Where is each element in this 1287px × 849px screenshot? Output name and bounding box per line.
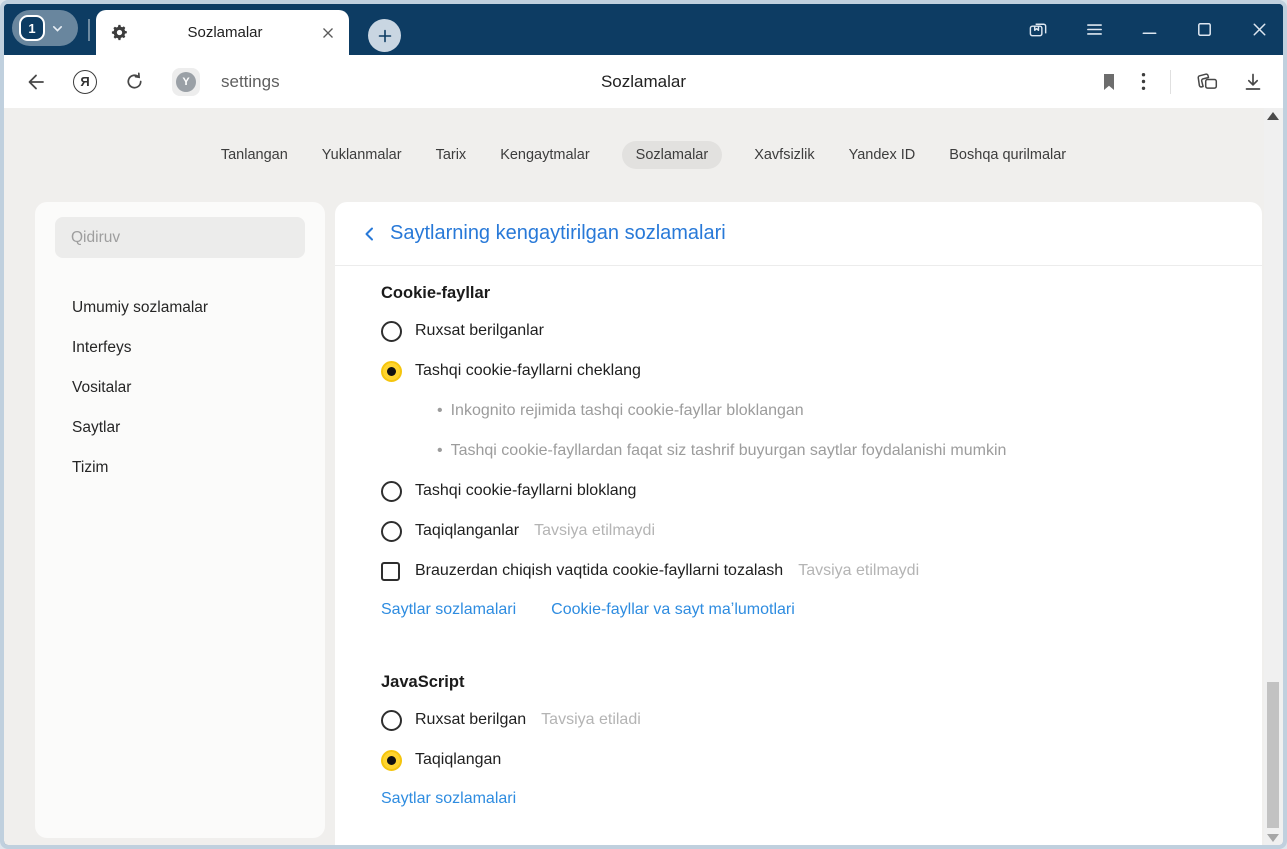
sidebar-item-saytlar[interactable]: Saytlar	[35, 408, 325, 448]
browser-tab-sozlamalar[interactable]: Sozlamalar	[96, 10, 349, 55]
tab-count: 1	[28, 21, 35, 36]
address-input[interactable]: settings	[221, 72, 280, 92]
settings-sidebar: Umumiy sozlamalarInterfeysVositalarSaytl…	[35, 202, 325, 838]
section-links: Saytlar sozlamalari	[381, 790, 1222, 808]
address-toolbar: Я Y settings Sozlamalar	[4, 55, 1283, 108]
option-label: Tashqi cookie-fayllarni cheklang	[415, 362, 641, 380]
option-label: Brauzerdan chiqish vaqtida cookie-faylla…	[415, 562, 783, 580]
back-chevron-icon[interactable]	[361, 225, 379, 243]
chevron-down-icon	[51, 22, 64, 35]
nav-tab-sozlamalar[interactable]: Sozlamalar	[622, 141, 723, 169]
option-label: Tashqi cookie-fayllarni bloklang	[415, 482, 636, 500]
sidebar-item-umumiy-sozlamalar[interactable]: Umumiy sozlamalar	[35, 288, 325, 328]
option-hint: Tavsiya etilmaydi	[798, 562, 919, 580]
nav-tab-kengaytmalar[interactable]: Kengaytmalar	[498, 141, 591, 169]
yandex-letter: Я	[80, 74, 89, 89]
close-icon[interactable]	[1250, 20, 1269, 39]
collections-icon[interactable]	[1195, 71, 1219, 93]
option-hint: Tavsiya etilmaydi	[534, 522, 655, 540]
title-bar: 1 Sozlamalar	[4, 4, 1283, 55]
sidebar-item-interfeys[interactable]: Interfeys	[35, 328, 325, 368]
settings-nav: Tanlangan Yuklanmalar Tarix Kengaytmalar Soz…	[4, 108, 1283, 169]
page-scrollbar[interactable]	[1264, 108, 1283, 845]
tab-counter-button[interactable]: 1	[12, 10, 78, 46]
sidebar-list: Umumiy sozlamalarInterfeysVositalarSaytl…	[35, 288, 325, 488]
scrollbar-down-arrow-icon[interactable]	[1267, 834, 1279, 842]
titlebar-separator	[88, 19, 90, 41]
settings-favicon-icon: Y	[176, 72, 196, 92]
scrollbar-up-arrow-icon[interactable]	[1267, 112, 1279, 120]
nav-tab-yandex-id[interactable]: Yandex ID	[847, 141, 918, 169]
radio-icon[interactable]	[381, 361, 402, 382]
link-cookie-fayllar-va-sayt-ma-lumotlari[interactable]: Cookie-fayllar va sayt maʼlumotlari	[551, 601, 795, 619]
section-title: Cookie-fayllar	[381, 284, 1222, 303]
bookmark-icon[interactable]	[1101, 73, 1117, 91]
radio-icon[interactable]	[381, 750, 402, 771]
radio-option-taqiqlangan[interactable]: Taqiqlangan	[381, 740, 1222, 780]
radio-option-ruxsat-berilganlar[interactable]: Ruxsat berilganlar	[381, 311, 1222, 351]
radio-option-tashqi-cookie-fayllarni-cheklang[interactable]: Tashqi cookie-fayllarni cheklang	[381, 351, 1222, 391]
yandex-logo-icon[interactable]: Я	[73, 70, 97, 94]
menu-icon[interactable]	[1085, 20, 1104, 39]
section-cookie-fayllar: Cookie-fayllar Ruxsat berilganlar Tashqi c…	[381, 284, 1222, 619]
new-tab-button[interactable]	[368, 19, 401, 52]
minimize-icon[interactable]	[1140, 20, 1159, 39]
page-favicon: Y	[172, 68, 200, 96]
section-title: JavaScript	[381, 673, 1222, 692]
nav-tab-xavfsizlik[interactable]: Xavfsizlik	[752, 141, 816, 169]
settings-sections: Cookie-fayllar Ruxsat berilganlar Tashqi c…	[335, 266, 1262, 808]
side-panels-icon[interactable]	[1028, 19, 1049, 40]
checkbox-option-brauzerdan-chiqish-vaqtida-cookie-fayllarni-tozalash[interactable]: Brauzerdan chiqish vaqtida cookie-faylla…	[381, 551, 1222, 591]
nav-tab-tanlangan[interactable]: Tanlangan	[219, 141, 290, 169]
radio-icon[interactable]	[381, 481, 402, 502]
radio-icon[interactable]	[381, 521, 402, 542]
settings-main-card: Saytlarning kengaytirilgan sozlamalari C…	[335, 202, 1262, 845]
nav-tab-tarix[interactable]: Tarix	[434, 141, 469, 169]
section-javascript: JavaScript Ruxsat berilgan Tavsiya etiladi…	[381, 673, 1222, 808]
settings-page: Tanlangan Yuklanmalar Tarix Kengaytmalar Soz…	[4, 108, 1283, 845]
back-icon[interactable]	[24, 71, 46, 93]
radio-icon[interactable]	[381, 321, 402, 342]
sidebar-item-vositalar[interactable]: Vositalar	[35, 368, 325, 408]
browser-window: 1 Sozlamalar	[0, 0, 1287, 849]
sidebar-item-tizim[interactable]: Tizim	[35, 448, 325, 488]
option-hint: Tavsiya etiladi	[541, 711, 641, 729]
window-controls	[1028, 4, 1269, 55]
option-note: Inkognito rejimida tashqi cookie-fayllar…	[381, 391, 1222, 431]
nav-tab-boshqa-qurilmalar[interactable]: Boshqa qurilmalar	[947, 141, 1068, 169]
checkbox-icon[interactable]	[381, 562, 400, 581]
refresh-icon[interactable]	[124, 71, 145, 92]
radio-option-ruxsat-berilgan[interactable]: Ruxsat berilgan Tavsiya etiladi	[381, 700, 1222, 740]
section-links: Saytlar sozlamalari Cookie-fayllar va say…	[381, 601, 1222, 619]
back-to-sites-header[interactable]: Saytlarning kengaytirilgan sozlamalari	[335, 202, 1262, 266]
option-label: Ruxsat berilgan	[415, 711, 526, 729]
tab-count-badge: 1	[19, 15, 45, 41]
radio-icon[interactable]	[381, 710, 402, 731]
search-input[interactable]	[55, 217, 305, 258]
option-label: Taqiqlangan	[415, 751, 501, 769]
option-label: Taqiqlanganlar	[415, 522, 519, 540]
radio-option-tashqi-cookie-fayllarni-bloklang[interactable]: Tashqi cookie-fayllarni bloklang	[381, 471, 1222, 511]
scrollbar-thumb[interactable]	[1267, 682, 1279, 828]
link-saytlar-sozlamalari[interactable]: Saytlar sozlamalari	[381, 601, 516, 619]
favicon-letter: Y	[182, 76, 189, 88]
toolbar-separator	[1170, 70, 1171, 94]
gear-icon	[110, 23, 129, 42]
radio-option-taqiqlanganlar[interactable]: Taqiqlanganlar Tavsiya etilmaydi	[381, 511, 1222, 551]
tab-title: Sozlamalar	[129, 24, 321, 41]
nav-tab-yuklanmalar[interactable]: Yuklanmalar	[320, 141, 404, 169]
option-note: Tashqi cookie-fayllardan faqat siz tashr…	[381, 431, 1222, 471]
download-icon[interactable]	[1243, 72, 1263, 92]
section-page-title: Saytlarning kengaytirilgan sozlamalari	[390, 222, 726, 245]
link-saytlar-sozlamalari[interactable]: Saytlar sozlamalari	[381, 790, 516, 808]
maximize-icon[interactable]	[1195, 20, 1214, 39]
option-label: Ruxsat berilganlar	[415, 322, 544, 340]
tab-close-icon[interactable]	[321, 26, 335, 40]
more-options-icon[interactable]	[1141, 72, 1146, 91]
